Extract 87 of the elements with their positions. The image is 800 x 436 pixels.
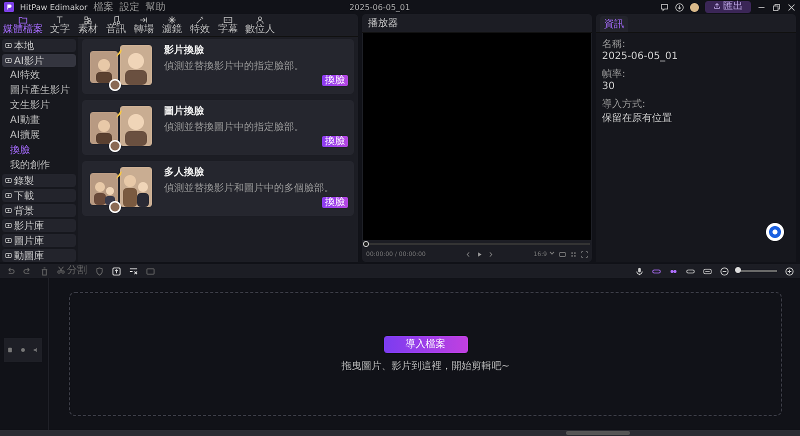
sidebar-item[interactable]: 我的創作 <box>2 158 76 173</box>
toolbar-tab[interactable]: 素材 <box>76 14 100 36</box>
sidebar-item[interactable]: AI動畫 <box>2 113 76 128</box>
sidebar-section[interactable]: 背景 <box>2 204 76 217</box>
field-label: 導入方式: <box>602 98 646 111</box>
toolbar-tab[interactable]: 字幕 <box>216 14 240 36</box>
scissors-icon <box>57 266 65 274</box>
card-title: 多人換臉 <box>164 166 205 179</box>
card-description: 偵測並替換影片和圖片中的多個臉部。 <box>164 182 334 195</box>
toolbar-tab[interactable]: 特效 <box>188 14 212 36</box>
person-icon <box>255 15 265 25</box>
upload-icon[interactable] <box>112 266 121 276</box>
sidebar-section[interactable]: AI影片 <box>2 54 76 67</box>
sidebar-section[interactable]: 本地 <box>2 39 76 52</box>
field-label: 名稱: <box>602 38 626 51</box>
field-value: 保留在原有位置 <box>602 112 673 125</box>
project-title: 2025-06-05_01 <box>349 2 410 12</box>
sidebar-item[interactable]: 換臉 <box>2 143 76 158</box>
field-label: 幀率: <box>602 68 626 81</box>
snapshot-icon[interactable] <box>559 250 566 258</box>
shapes-icon <box>83 15 93 25</box>
face-swap-button[interactable]: 換臉 <box>322 75 348 86</box>
avatar[interactable] <box>690 2 699 12</box>
undo-icon[interactable] <box>6 266 15 276</box>
zoom-in-icon[interactable] <box>785 266 794 276</box>
sidebar-item[interactable]: 圖片產生影片 <box>2 83 76 98</box>
sidebar-section[interactable]: 下載 <box>2 189 76 202</box>
menu-item[interactable]: 設定 <box>119 0 140 14</box>
next-icon[interactable] <box>487 250 494 258</box>
sidebar-section[interactable]: 影片庫 <box>2 219 76 232</box>
upload-icon <box>713 2 721 10</box>
chain-icon[interactable] <box>686 266 695 276</box>
toolbar-tab[interactable]: 文字 <box>48 14 72 36</box>
music-note-icon <box>111 15 121 25</box>
feedback-icon[interactable] <box>660 2 669 12</box>
text-icon <box>55 15 65 25</box>
toolbar-tab[interactable]: 數位人 <box>244 14 276 36</box>
menu-item[interactable]: 幫助 <box>145 0 166 14</box>
card-title: 影片換臉 <box>164 44 205 57</box>
toolbar-tab[interactable]: 轉場 <box>132 14 156 36</box>
card-description: 偵測並替換影片中的指定臉部。 <box>164 60 304 73</box>
toolbar-tab[interactable]: 濾鏡 <box>160 14 184 36</box>
panel-title: 播放器 <box>368 16 398 30</box>
app-logo-icon <box>4 2 14 12</box>
restore-icon[interactable] <box>772 2 781 12</box>
cut-silence-icon[interactable] <box>129 266 138 276</box>
shield-icon[interactable] <box>95 266 104 276</box>
field-value: 2025-06-05_01 <box>602 51 679 62</box>
toolbar-tab[interactable]: 音訊 <box>104 14 128 36</box>
sidebar-item[interactable]: AI特效 <box>2 68 76 83</box>
info-tab[interactable]: 資訊 <box>600 16 628 32</box>
field-value: 30 <box>602 81 616 92</box>
sidebar-section[interactable]: 圖片庫 <box>2 234 76 247</box>
zoom-handle[interactable] <box>735 267 742 273</box>
zoom-out-icon[interactable] <box>720 266 729 276</box>
close-icon[interactable] <box>787 2 796 12</box>
drop-zone[interactable]: 導入檔案 拖曳圖片、影片到這裡，開始剪輯吧~ <box>69 292 782 416</box>
fullscreen-icon[interactable] <box>581 250 588 258</box>
caption-icon <box>223 15 233 25</box>
wand-icon <box>195 15 205 25</box>
face-swap-button[interactable]: 換臉 <box>322 136 348 147</box>
app-name: HitPaw Edimakor <box>20 2 88 12</box>
caret-icon <box>549 250 555 256</box>
face-swap-button[interactable]: 換臉 <box>322 197 348 208</box>
sidebar-section[interactable]: 動圖庫 <box>2 249 76 262</box>
sidebar-item[interactable]: 文生影片 <box>2 98 76 113</box>
export-frame-icon[interactable] <box>146 266 155 276</box>
microphone-icon[interactable] <box>635 266 644 276</box>
chat-icon[interactable] <box>766 223 784 241</box>
speaker-icon[interactable] <box>32 347 39 353</box>
drop-hint: 拖曳圖片、影片到這裡，開始剪輯吧~ <box>341 360 510 372</box>
redo-icon[interactable] <box>23 266 32 276</box>
sidebar-section[interactable]: 錄製 <box>2 174 76 187</box>
previous-icon[interactable] <box>465 250 472 258</box>
horizontal-scrollbar[interactable] <box>566 431 630 435</box>
export-button[interactable]: 匯出 <box>705 1 751 13</box>
card-description: 偵測並替換圖片中的指定臉部。 <box>164 120 304 134</box>
toolbar-tab[interactable]: 媒體檔案 <box>2 14 44 36</box>
grid-icon[interactable] <box>570 250 577 258</box>
menu-item[interactable]: 檔案 <box>93 0 114 14</box>
progress-handle[interactable] <box>363 241 369 247</box>
delete-icon[interactable] <box>40 266 49 276</box>
sparkle-icon <box>167 15 177 25</box>
arrows-icon <box>139 15 149 25</box>
import-files-button[interactable]: 導入檔案 <box>384 336 468 352</box>
sidebar-item[interactable]: AI擴展 <box>2 128 76 143</box>
card-title: 圖片換臉 <box>164 104 205 118</box>
